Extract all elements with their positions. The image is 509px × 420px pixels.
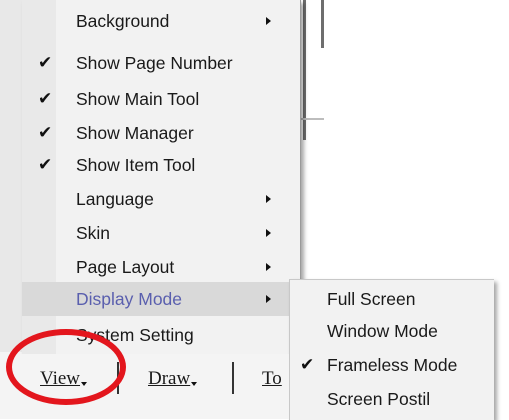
menu-item-page-layout[interactable]: Page Layout [22, 250, 300, 284]
menu-item-label: Page Layout [76, 257, 175, 277]
annotation-circle [6, 329, 126, 405]
submenu-item-full-screen[interactable]: Full Screen [290, 282, 494, 316]
submenu-item-window-mode[interactable]: Window Mode [290, 314, 494, 348]
checkmark-icon: ✔ [38, 89, 53, 108]
menu-item-label: Show Manager [76, 123, 194, 143]
menu-item-skin[interactable]: Skin [22, 216, 300, 250]
menu-item-label: Skin [76, 223, 111, 243]
menu-item-background[interactable]: Background [22, 4, 300, 38]
view-dropdown-menu: Background ✔ Show Page Number ✔ Show Mai… [22, 0, 301, 355]
draw-menu-button[interactable]: Draw [148, 368, 198, 390]
dropdown-caret-icon [191, 382, 198, 386]
submenu-arrow-icon [266, 263, 271, 271]
submenu-arrow-icon [266, 295, 271, 303]
checkmark-icon: ✔ [38, 123, 53, 142]
menu-item-label: Show Main Tool [76, 89, 200, 109]
menu-item-show-item-tool[interactable]: ✔ Show Item Tool [22, 148, 300, 182]
toolbar-separator [232, 362, 234, 394]
submenu-item-frameless-mode[interactable]: ✔ Frameless Mode [290, 348, 494, 382]
menu-item-show-page-number[interactable]: ✔ Show Page Number [22, 46, 300, 80]
display-mode-submenu: Full Screen Window Mode ✔ Frameless Mode… [289, 279, 494, 420]
submenu-arrow-icon [266, 195, 271, 203]
menu-item-label: Display Mode [76, 289, 183, 309]
submenu-arrow-icon [266, 229, 271, 237]
submenu-item-label: Window Mode [327, 321, 438, 341]
submenu-arrow-icon [266, 17, 271, 25]
menu-item-label: Show Page Number [76, 53, 233, 73]
menu-item-show-main-tool[interactable]: ✔ Show Main Tool [22, 82, 300, 116]
checkmark-icon: ✔ [38, 53, 53, 72]
checkmark-icon: ✔ [300, 355, 315, 374]
submenu-item-label: Full Screen [327, 289, 416, 309]
left-edge [0, 0, 22, 352]
menu-item-show-manager[interactable]: ✔ Show Manager [22, 116, 300, 150]
checkmark-icon: ✔ [38, 155, 53, 174]
window-divider-2 [321, 0, 324, 48]
menu-item-label: Background [76, 11, 170, 31]
submenu-item-screen-postil[interactable]: Screen Postil [290, 382, 494, 416]
draw-menu-label: Draw [148, 368, 191, 389]
submenu-item-label: Frameless Mode [327, 355, 458, 375]
tools-menu-button[interactable]: To [262, 368, 282, 390]
menu-item-display-mode[interactable]: Display Mode [22, 282, 300, 316]
menu-item-language[interactable]: Language [22, 182, 300, 216]
menu-item-label: Show Item Tool [76, 155, 196, 175]
submenu-item-label: Screen Postil [327, 389, 431, 409]
divider-line [300, 118, 324, 120]
menu-item-label: Language [76, 189, 154, 209]
